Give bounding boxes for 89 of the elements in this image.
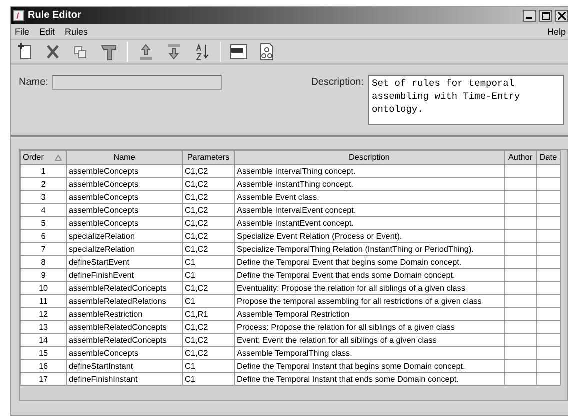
table-cell: C1: [182, 360, 234, 372]
table-cell: 7: [20, 242, 66, 256]
table-cell: Assemble IntervalThing concept.: [234, 164, 504, 178]
table-cell: 11: [20, 294, 66, 308]
table-cell: C1,C2: [182, 164, 234, 178]
table-cell: defineStartEvent: [66, 256, 182, 268]
description-field[interactable]: Set of rules for temporal assembling with Time-Entry ontology.: [368, 75, 564, 125]
table-cell: 2: [20, 178, 66, 190]
app-icon: [13, 10, 25, 22]
description-label: Description:: [311, 77, 364, 90]
table-cell: 9: [20, 268, 66, 282]
table-cell: defineStartInstant: [66, 360, 182, 372]
table-cell: 5: [20, 216, 66, 230]
table-cell: Assemble InstantEvent concept.: [234, 216, 504, 230]
table-cell: Specialize TemporalThing Relation (InstantThing or PeriodThing).: [234, 242, 504, 256]
table-cell: C1,C2: [182, 320, 234, 334]
table-cell: C1: [182, 372, 234, 386]
table-cell: 10: [20, 282, 66, 294]
table-cell: Assemble InstantThing concept.: [234, 178, 504, 190]
table-cell: C1,C2: [182, 230, 234, 242]
maximize-button[interactable]: [539, 10, 552, 22]
name-field[interactable]: [52, 75, 222, 90]
maximize-icon: [542, 12, 550, 20]
table-cell: assembleRelatedConcepts: [66, 282, 182, 294]
table-cell: Assemble Temporal Restriction: [234, 308, 504, 320]
table-cell: 4: [20, 204, 66, 216]
table-cell: 16: [20, 360, 66, 372]
table-cell: assembleConcepts: [66, 204, 182, 216]
table-cell: C1: [182, 294, 234, 308]
table-cell: specializeRelation: [66, 230, 182, 242]
name-label: Name:: [19, 77, 48, 90]
table-cell: C1,C2: [182, 242, 234, 256]
table-cell: assembleRelatedRelations: [66, 294, 182, 308]
table-cell: C1,C2: [182, 334, 234, 346]
table-cell: Event: Event the relation for all siblings of a given class: [234, 334, 504, 346]
table-cell: 15: [20, 346, 66, 360]
table-cell: assembleConcepts: [66, 216, 182, 230]
table-cell: assembleRestriction: [66, 308, 182, 320]
table-cell: assembleConcepts: [66, 190, 182, 204]
table-cell: specializeRelation: [66, 242, 182, 256]
table-cell: C1,C2: [182, 178, 234, 190]
column-header[interactable]: Name: [66, 150, 182, 164]
column-header[interactable]: Date: [536, 150, 560, 164]
menu-item[interactable]: Rules: [65, 26, 88, 36]
table-cell: Specialize Event Relation (Process or Event).: [234, 230, 504, 242]
table-cell: Define the Temporal Instant that ends some Domain concept.: [234, 372, 504, 386]
table-cell: C1,C2: [182, 346, 234, 360]
table-cell: Process: Propose the relation for all siblings of a given class: [234, 320, 504, 334]
column-header[interactable]: Order: [20, 150, 66, 164]
window-title: Rule Editor: [28, 10, 82, 21]
table-cell: 3: [20, 190, 66, 204]
table-cell: Eventuality: Propose the relation for all siblings of a given class: [234, 282, 504, 294]
table-cell: Define the Temporal Instant that begins some Domain concept.: [234, 360, 504, 372]
table-cell: C1,C2: [182, 190, 234, 204]
menu-item[interactable]: File: [15, 26, 30, 36]
table-cell: Assemble IntervalEvent concept.: [234, 204, 504, 216]
table-cell: 1: [20, 164, 66, 178]
table-cell: defineFinishInstant: [66, 372, 182, 386]
close-icon: [558, 12, 566, 20]
table-cell: C1: [182, 268, 234, 282]
table-cell: defineFinishEvent: [66, 268, 182, 282]
column-header[interactable]: Description: [234, 150, 504, 164]
help-menu[interactable]: Help: [547, 26, 566, 36]
table-cell: assembleConcepts: [66, 178, 182, 190]
table-cell: Define the Temporal Event that begins some Domain concept.: [234, 256, 504, 268]
table-cell: assembleRelatedConcepts: [66, 334, 182, 346]
column-header[interactable]: Author: [504, 150, 536, 164]
table-cell: assembleRelatedConcepts: [66, 320, 182, 334]
table-cell: C1,C2: [182, 216, 234, 230]
minimize-button[interactable]: [523, 10, 536, 22]
table-cell: C1,R1: [182, 308, 234, 320]
table-cell: assembleConcepts: [66, 346, 182, 360]
table-cell: assembleConcepts: [66, 164, 182, 178]
table-cell: Define the Temporal Event that ends some Domain concept.: [234, 268, 504, 282]
table-cell: C1,C2: [182, 282, 234, 294]
table-cell: C1: [182, 256, 234, 268]
close-button[interactable]: [555, 10, 568, 22]
table-cell: C1,C2: [182, 204, 234, 216]
table-cell: Assemble Event class.: [234, 190, 504, 204]
column-header[interactable]: Parameters: [182, 150, 234, 164]
table-cell: Propose the temporal assembling for all restrictions of a given class: [234, 294, 504, 308]
table-cell: 13: [20, 320, 66, 334]
table-cell: 6: [20, 230, 66, 242]
table-cell: Assemble TemporalThing class.: [234, 346, 504, 360]
table-cell: 12: [20, 308, 66, 320]
table-cell: 17: [20, 372, 66, 386]
table-cell: 8: [20, 256, 66, 268]
menu-item[interactable]: Edit: [40, 26, 56, 36]
table-cell: 14: [20, 334, 66, 346]
